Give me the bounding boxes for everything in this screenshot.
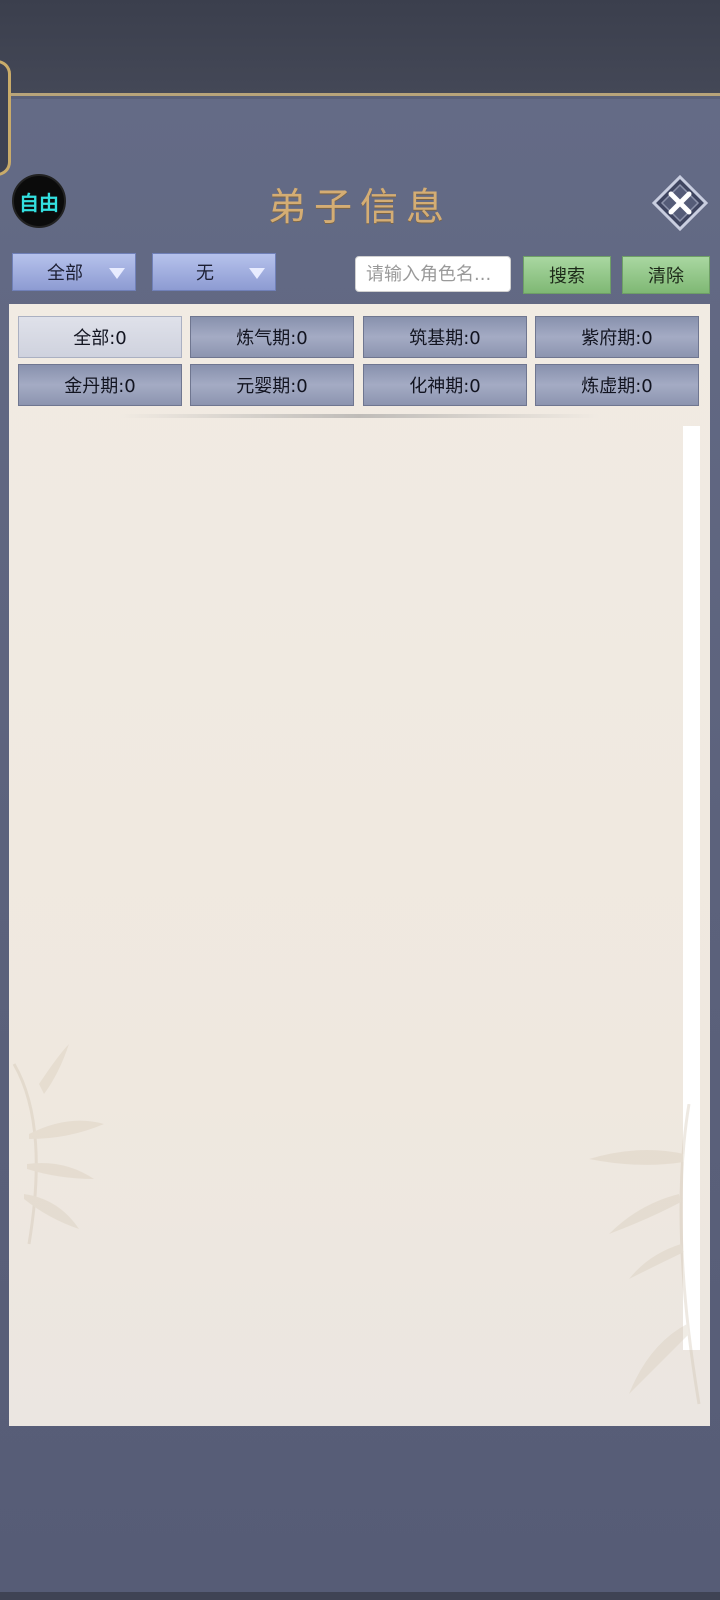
tier-tab-label: 全部:0 <box>73 328 127 349</box>
category-dropdown[interactable]: 全部 <box>12 253 136 291</box>
tier-tab-label: 筑基期:0 <box>409 328 481 349</box>
sub-filter-dropdown[interactable]: 无 <box>152 253 276 291</box>
top-banner <box>0 0 720 96</box>
search-button-label: 搜索 <box>549 266 585 287</box>
close-x-icon <box>651 174 709 232</box>
tier-tab-yuanying[interactable]: 元婴期:0 <box>190 364 354 406</box>
tier-tab-label: 金丹期:0 <box>64 376 136 397</box>
bamboo-decoration-icon <box>12 1044 104 1245</box>
close-button[interactable] <box>651 174 709 232</box>
corner-ornament <box>0 60 11 176</box>
tier-tab-lianqi[interactable]: 炼气期:0 <box>190 316 354 358</box>
tier-tab-label: 炼虚期:0 <box>581 376 653 397</box>
chevron-down-icon <box>249 268 265 279</box>
page-title: 弟子信息 <box>267 185 452 229</box>
tier-tab-label: 炼气期:0 <box>236 328 308 349</box>
tier-tab-label: 紫府期:0 <box>581 328 653 349</box>
chevron-down-icon <box>109 268 125 279</box>
tier-tab-zhuji[interactable]: 筑基期:0 <box>363 316 527 358</box>
clear-button-label: 清除 <box>648 266 684 287</box>
tier-tab-label: 化神期:0 <box>409 376 481 397</box>
tier-tab-jindan[interactable]: 金丹期:0 <box>18 364 182 406</box>
divider <box>119 414 599 418</box>
tier-tab-label: 元婴期:0 <box>236 376 308 397</box>
bamboo-decoration-icon <box>589 1104 701 1405</box>
disciple-list-panel: 全部:0 炼气期:0 筑基期:0 紫府期:0 金丹期:0 元婴期:0 化神期:0… <box>9 304 710 1426</box>
search-button[interactable]: 搜索 <box>523 256 611 294</box>
clear-button[interactable]: 清除 <box>622 256 710 294</box>
bottom-bar <box>0 1592 720 1600</box>
tier-tab-huashen[interactable]: 化神期:0 <box>363 364 527 406</box>
search-input[interactable] <box>355 256 511 292</box>
tier-tab-all[interactable]: 全部:0 <box>18 316 182 358</box>
tier-tab-lianxu[interactable]: 炼虚期:0 <box>535 364 699 406</box>
tier-tab-zifu[interactable]: 紫府期:0 <box>535 316 699 358</box>
